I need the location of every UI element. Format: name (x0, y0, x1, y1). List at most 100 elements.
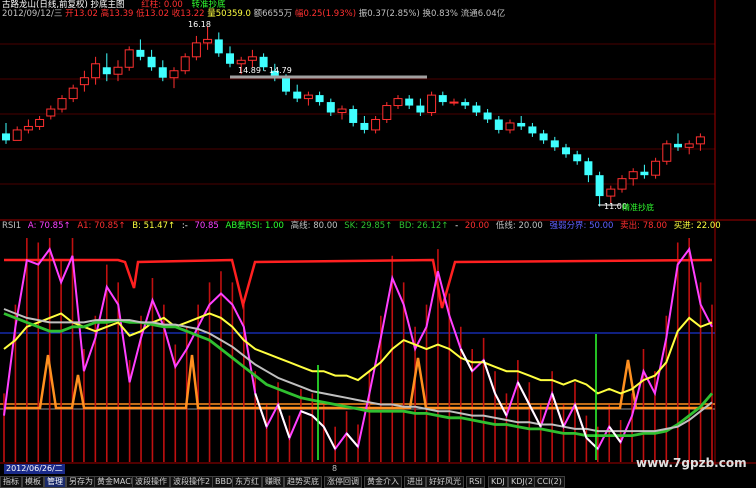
candle-body-up (124, 49, 134, 68)
amount-value: 额6655万 (253, 9, 293, 19)
watermark: www.7gpzb.com (636, 456, 747, 470)
candle-body-down (416, 105, 425, 113)
tab-12[interactable]: 黄金介入 (364, 476, 402, 488)
candle-body-up (449, 101, 459, 104)
candle-body-down (584, 161, 593, 176)
candle-body-down (494, 119, 503, 130)
rsi-a-down-segment (459, 348, 474, 372)
candle-body-down (674, 143, 682, 148)
main-header-row2: 2012/09/12/三 开13.02 高13.39 低13.02 收13.22… (2, 9, 505, 19)
candle-body-down (158, 67, 167, 78)
rsi-series-b (3, 312, 713, 395)
rsi-high-line-curve (4, 258, 713, 310)
rsi-signal: 强弱分界: 50.00 (549, 221, 614, 231)
rsi-header: RSI1 A: 70.85↑ A1: 70.85↑ B: 51.47↑ :- 7… (2, 221, 721, 231)
tab-13[interactable]: 进出 (404, 476, 426, 488)
rsi-hidden-value: 20.00 (464, 221, 490, 231)
candle-body-up (79, 77, 89, 86)
tab-14[interactable]: 好好风光 (426, 476, 464, 488)
rsi-a-down-segment (516, 381, 531, 405)
candle-body-down (438, 95, 447, 103)
turnover-value: 换0.83% (422, 9, 458, 19)
tab-3[interactable]: 另存为 (66, 476, 96, 488)
rsi-a-down-segment (254, 393, 268, 428)
candle-body-up (57, 98, 67, 110)
rsi-sk: SK: 29.85↑ (344, 221, 393, 231)
candle-body-down (147, 56, 156, 68)
candle-body-down (472, 105, 481, 113)
tab-1[interactable]: 模板 (22, 476, 44, 488)
candle-body-up (91, 63, 101, 79)
tab-11[interactable]: 涨停回调 (324, 476, 362, 488)
candle-body-down (282, 77, 290, 92)
candle-body-down (483, 112, 492, 120)
candle-body-down (349, 109, 358, 123)
bar-date: 2012/09/12/三 (2, 9, 63, 19)
rsi-series-bd (3, 308, 713, 433)
candle-body-down (136, 49, 145, 57)
tab-0[interactable]: 指标 (0, 476, 22, 488)
rsi-v4: 70.85 (194, 221, 219, 231)
candle-body-down (517, 122, 526, 127)
candle-body-up (651, 160, 661, 176)
rsi-b: B: 51.47↑ (132, 221, 176, 231)
rsi-low-line: 低线: 20.00 (495, 221, 543, 231)
candle-body-down (293, 91, 302, 99)
candle-body-up (628, 171, 638, 180)
candle-body-up (12, 129, 22, 141)
change-pct-value: 幅0.25(1.93%) (294, 9, 357, 19)
rsi-series-sk (3, 312, 714, 438)
candle-body-down (595, 175, 604, 197)
candle-body-down (562, 147, 570, 155)
candle-body-down (640, 171, 649, 176)
candle-body-up (684, 143, 694, 148)
rsi-group (3, 238, 714, 462)
candle-body-up (203, 38, 213, 44)
candle-body-up (606, 188, 616, 197)
candle-body-up (23, 125, 33, 131)
candle-body-up (382, 105, 392, 120)
candle-body-up (662, 143, 672, 162)
candle-body-up (169, 70, 179, 79)
candle-body-up (337, 108, 347, 114)
tab-9[interactable]: 赚眼 (262, 476, 284, 488)
candle-body-up (46, 108, 56, 117)
rsi-dash: :- (181, 221, 188, 231)
tab-15[interactable]: RSI (466, 476, 485, 488)
rsi-ab: AB差RSI: 1.00 (225, 221, 284, 231)
tab-8[interactable]: 东方红 (232, 476, 262, 488)
candle-body-up (180, 56, 190, 72)
chart-canvas (0, 0, 756, 465)
rsi-high-line: 高线: 80.00 (290, 221, 338, 231)
high-price-label: 16.18 (188, 20, 211, 29)
tab-2[interactable]: 管理 (44, 476, 66, 488)
candle-body-down (2, 133, 10, 141)
tab-6[interactable]: 波段操作2 (170, 476, 214, 488)
candle-body-down (360, 122, 369, 130)
candle-body-down (326, 102, 335, 113)
rsi-bd: BD: 26.12↑ (398, 221, 449, 231)
candle-body-up (35, 118, 45, 127)
open-value: 开13.02 (65, 9, 98, 19)
close-value: 收13.22 (171, 9, 205, 19)
tab-18[interactable]: CCI(2) (534, 476, 565, 488)
candle-body-up (191, 42, 201, 58)
axis-month-label: 8 (332, 464, 338, 473)
candle-body-down (550, 140, 559, 148)
band-label: 14.89 - 14.79 (238, 66, 292, 75)
change-value: 振0.37(2.85%) (358, 9, 420, 19)
candle-body-down (405, 98, 414, 106)
tab-16[interactable]: KDJ (488, 476, 508, 488)
candle-body-up (393, 98, 403, 107)
rsi-a1: A1: 70.85↑ (77, 221, 126, 231)
candle-body-down (214, 39, 223, 54)
candle-body-up (247, 56, 257, 61)
tab-10[interactable]: 趋势买底 (284, 476, 322, 488)
candle-body-up (505, 122, 515, 131)
candle-body-up (303, 94, 313, 100)
candles-group (2, 26, 705, 207)
tab-5[interactable]: 波段操作 (132, 476, 170, 488)
candle-body-down (461, 102, 470, 106)
rsi-series-a (3, 246, 713, 451)
axis-date-box: 2012/06/26/二 (4, 464, 65, 474)
